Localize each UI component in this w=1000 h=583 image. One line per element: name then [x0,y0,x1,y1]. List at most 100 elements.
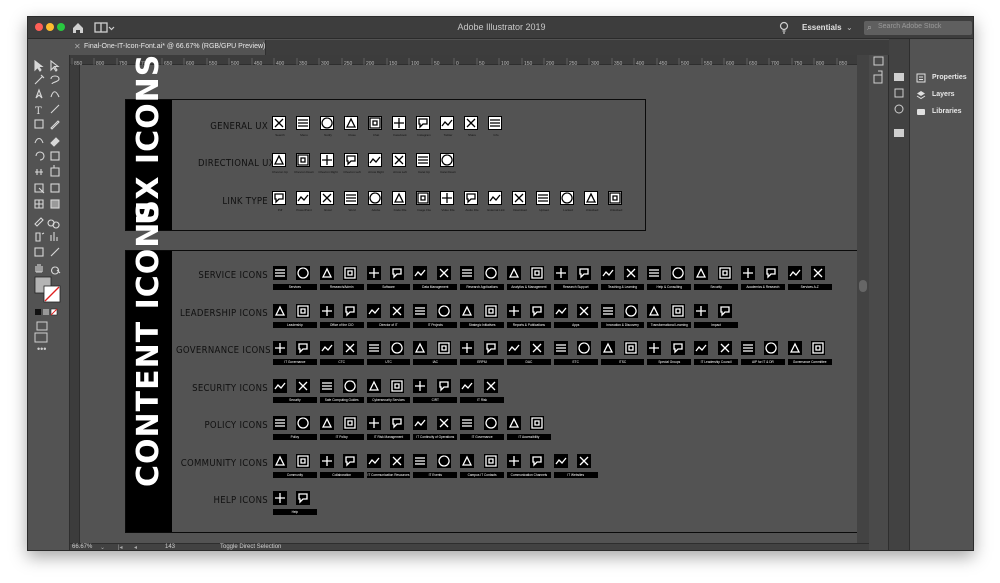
lightbulb-icon[interactable] [778,21,790,35]
layers-panel-tab[interactable]: Layers [916,89,973,103]
ux-icons-artboard[interactable]: UX ICONS GENERAL UX Search Menu Notify Close… [125,54,646,231]
ux-icon-tile[interactable]: Twitter [440,116,455,137]
document-tab[interactable]: ✕ Final-One-IT-Icon-Font.ai* @ 66.67% (R… [70,40,266,55]
content-icon-tile[interactable] [670,341,685,355]
ux-icon-tile[interactable]: Arrow Left [392,153,407,174]
ux-icon-tile[interactable]: Share [464,116,479,137]
ux-icon-tile[interactable]: Adobe [368,191,383,212]
ux-icon-tile[interactable]: PowerPoint [296,191,312,212]
ux-icon-tile[interactable]: Unlocked [584,191,599,212]
ux-icon-tile[interactable]: Search [272,116,287,137]
content-icon-tile[interactable] [366,266,381,280]
ux-icon-tile[interactable]: Unlocked [608,191,623,212]
content-icon-tile[interactable] [460,416,475,430]
ux-icon-tile[interactable]: Facebook [392,116,407,137]
content-icon-tile[interactable] [530,266,545,280]
content-icon-tile[interactable] [460,379,475,393]
content-icon-tile[interactable] [413,379,428,393]
content-icon-tile[interactable] [811,341,826,355]
content-icon-tile[interactable] [787,341,802,355]
ux-icon-tile[interactable]: Image File [416,191,431,212]
content-icon-tile[interactable] [436,341,451,355]
content-icon-tile[interactable] [787,266,802,280]
content-icon-tile[interactable] [483,304,498,318]
ux-icon-tile[interactable]: Upload [536,191,551,212]
content-icon-tile[interactable] [483,454,498,468]
ux-icon-tile[interactable]: Excel [320,191,335,212]
content-icon-tile[interactable] [366,416,381,430]
content-icon-tile[interactable] [670,304,685,318]
content-icon-tile[interactable] [530,416,545,430]
content-icon-tile[interactable] [530,341,545,355]
ux-icon-tile[interactable]: Chevron Left [343,153,361,174]
content-icon-tile[interactable] [741,266,755,280]
content-icon-tile[interactable] [273,379,287,393]
content-icon-tile[interactable] [273,341,287,355]
workspace-menu[interactable]: Essentials [802,23,842,32]
content-icons-artboard[interactable]: CONTENT ICONS SERVICE ICONS Services Resea… [125,199,858,533]
content-icon-tile[interactable] [507,304,521,318]
content-icon-tile[interactable] [366,304,381,318]
ux-icon-tile[interactable]: Pdf [272,191,287,212]
content-icon-tile[interactable] [483,379,498,393]
content-icon-tile[interactable] [460,304,475,318]
artboard-canvas[interactable]: UX ICONS GENERAL UX Search Menu Notify Close… [80,54,858,543]
content-icon-tile[interactable] [296,266,311,280]
ux-icon-tile[interactable]: External Link [487,191,505,212]
content-icon-tile[interactable] [390,379,404,393]
ux-icon-tile[interactable]: Download [512,191,527,212]
content-icon-tile[interactable] [319,266,334,280]
content-icon-tile[interactable] [624,341,638,355]
content-icon-tile[interactable] [366,379,381,393]
content-icon-tile[interactable] [343,416,358,430]
content-icon-tile[interactable] [319,454,334,468]
ux-icon-tile[interactable]: Chevron Right [318,153,338,174]
content-icon-tile[interactable] [390,454,404,468]
previous-artboard-icon[interactable]: ◂ [134,544,137,550]
content-icon-tile[interactable] [483,341,498,355]
content-icon-tile[interactable] [647,266,662,280]
chevron-down-icon[interactable]: ⌄ [846,23,853,32]
close-icon[interactable]: ✕ [74,42,81,51]
first-artboard-icon[interactable]: |◂ [118,544,123,550]
content-icon-tile[interactable] [296,379,311,393]
content-icon-tile[interactable] [577,341,592,355]
content-icon-tile[interactable] [436,379,451,393]
content-icon-tile[interactable] [670,266,685,280]
content-icon-tile[interactable] [717,304,732,318]
content-icon-tile[interactable] [390,416,404,430]
content-icon-tile[interactable] [624,266,638,280]
ux-icon-tile[interactable]: Chat [368,116,383,137]
scroll-thumb[interactable] [859,280,867,292]
content-icon-tile[interactable] [436,416,451,430]
content-icon-tile[interactable] [507,341,521,355]
ux-icon-tile[interactable]: Code File [392,191,407,212]
content-icon-tile[interactable] [460,266,475,280]
content-icon-tile[interactable] [343,341,358,355]
ux-icon-tile[interactable]: Chevron Up [272,153,288,174]
content-icon-tile[interactable] [273,491,287,505]
content-icon-tile[interactable] [343,379,358,393]
content-icon-tile[interactable] [366,341,381,355]
ux-icon-tile[interactable]: Caret Up [416,153,431,174]
content-icon-tile[interactable] [413,341,428,355]
content-icon-tile[interactable] [460,341,475,355]
content-icon-tile[interactable] [577,266,592,280]
content-icon-tile[interactable] [764,341,779,355]
ux-icon-tile[interactable]: Instagram [416,116,431,137]
content-icon-tile[interactable] [390,304,404,318]
content-icon-tile[interactable] [483,416,498,430]
content-icon-tile[interactable] [413,304,428,318]
content-icon-tile[interactable] [741,341,755,355]
ux-icon-tile[interactable]: Notify [320,116,335,137]
content-icon-tile[interactable] [507,454,521,468]
artboard-number-field[interactable]: 143 [165,544,175,550]
content-icon-tile[interactable] [390,266,404,280]
content-icon-tile[interactable] [553,341,568,355]
ux-icon-tile[interactable]: Chevron Down [294,153,314,174]
content-icon-tile[interactable] [577,304,592,318]
content-icon-tile[interactable] [413,266,428,280]
ux-icon-tile[interactable]: Video File [440,191,455,212]
content-icon-tile[interactable] [273,266,287,280]
content-icon-tile[interactable] [600,266,615,280]
